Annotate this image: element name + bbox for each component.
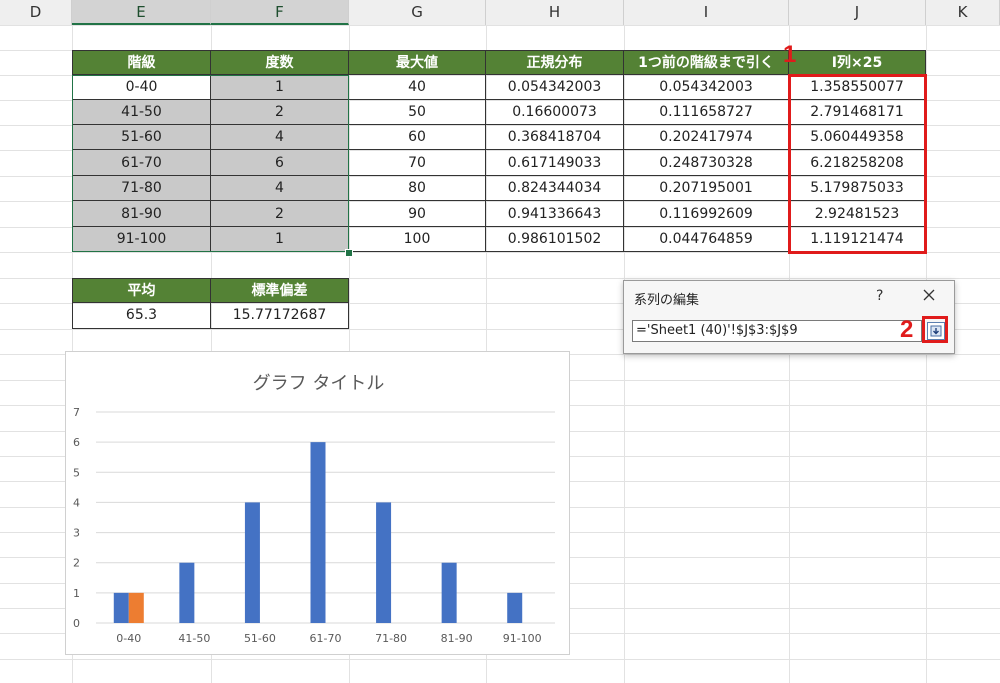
table-cell[interactable]: 0.044764859 — [624, 227, 789, 252]
table-cell[interactable]: 81-90 — [72, 201, 211, 227]
table-cell[interactable]: 4 — [211, 176, 349, 201]
table-cell[interactable]: 1 — [211, 227, 349, 252]
table-cell[interactable]: 61-70 — [72, 150, 211, 176]
table-cell[interactable]: 0.368418704 — [486, 125, 624, 150]
table-cell[interactable]: 90 — [349, 201, 486, 227]
header-times25[interactable]: I列×25 — [789, 50, 926, 75]
chart-bar[interactable] — [244, 502, 260, 623]
table-cell[interactable]: 80 — [349, 176, 486, 201]
column-header-f[interactable]: F — [211, 0, 349, 25]
chart-bar[interactable] — [441, 562, 457, 623]
table-cell[interactable]: 1.358550077 — [789, 75, 926, 100]
column-header-k[interactable]: K — [926, 0, 1000, 25]
x-tick-label: 81-90 — [441, 632, 473, 645]
mean-value[interactable]: 65.3 — [72, 303, 211, 329]
table-cell[interactable]: 4 — [211, 125, 349, 150]
fill-handle[interactable] — [345, 249, 353, 257]
header-diff[interactable]: 1つ前の階級まで引く — [624, 50, 789, 75]
table-cell[interactable]: 0.054342003 — [486, 75, 624, 100]
header-class[interactable]: 階級 — [72, 50, 211, 75]
header-normal-dist[interactable]: 正規分布 — [486, 50, 624, 75]
chart-bar[interactable] — [128, 592, 144, 623]
help-button[interactable]: ? — [876, 288, 883, 304]
y-tick-label: 5 — [73, 466, 80, 479]
column-header-g[interactable]: G — [349, 0, 486, 25]
close-icon[interactable] — [920, 286, 938, 304]
column-header-j[interactable]: J — [789, 0, 926, 25]
table-cell[interactable]: 6.218258208 — [789, 150, 926, 176]
column-header-d[interactable]: D — [0, 0, 72, 25]
chart-bar[interactable] — [179, 562, 195, 623]
x-tick-label: 71-80 — [375, 632, 407, 645]
collapse-dialog-button[interactable] — [927, 322, 945, 340]
column-header-h[interactable]: H — [486, 0, 624, 25]
table-cell[interactable]: 0.824344034 — [486, 176, 624, 201]
chart-bar[interactable] — [507, 592, 523, 623]
dialog-title: 系列の編集 — [634, 293, 700, 308]
table-cell[interactable]: 0.617149033 — [486, 150, 624, 176]
x-tick-label: 51-60 — [244, 632, 276, 645]
table-cell[interactable]: 60 — [349, 125, 486, 150]
header-max[interactable]: 最大値 — [349, 50, 486, 75]
stdev-value[interactable]: 15.77172687 — [211, 303, 349, 329]
table-cell[interactable]: 5.060449358 — [789, 125, 926, 150]
header-mean[interactable]: 平均 — [72, 278, 211, 303]
annotation-badge-2: 2 — [900, 316, 914, 343]
annotation-badge-1: 1 — [783, 41, 797, 68]
chart-bar[interactable] — [113, 592, 129, 623]
table-cell[interactable]: 2 — [211, 201, 349, 227]
table-cell[interactable]: 100 — [349, 227, 486, 252]
table-cell[interactable]: 1 — [211, 75, 349, 100]
table-cell[interactable]: 0.054342003 — [624, 75, 789, 100]
table-cell[interactable]: 91-100 — [72, 227, 211, 252]
table-cell[interactable]: 0.16600073 — [486, 100, 624, 125]
chart-bar[interactable] — [310, 442, 326, 623]
collapse-arrow-icon — [930, 325, 942, 337]
table-cell[interactable]: 41-50 — [72, 100, 211, 125]
x-tick-label: 91-100 — [503, 632, 542, 645]
chart-bar[interactable] — [376, 502, 392, 623]
x-tick-label: 41-50 — [178, 632, 210, 645]
y-tick-label: 6 — [73, 436, 80, 449]
series-values-input[interactable]: ='Sheet1 (40)'!$J$3:$J$9 — [632, 320, 922, 342]
table-cell[interactable]: 6 — [211, 150, 349, 176]
table-cell[interactable]: 2 — [211, 100, 349, 125]
header-stdev[interactable]: 標準偏差 — [211, 278, 349, 303]
y-tick-label: 0 — [73, 617, 80, 630]
table-cell[interactable]: 0.111658727 — [624, 100, 789, 125]
table-cell[interactable]: 5.179875033 — [789, 176, 926, 201]
table-cell[interactable]: 2.92481523 — [789, 201, 926, 227]
table-cell[interactable]: 0-40 — [72, 75, 211, 100]
column-header-bar: D E F G H I J K — [0, 0, 1000, 26]
table-cell[interactable]: 0.207195001 — [624, 176, 789, 201]
header-frequency[interactable]: 度数 — [211, 50, 349, 75]
table-cell[interactable]: 70 — [349, 150, 486, 176]
column-header-i[interactable]: I — [624, 0, 789, 25]
bar-chart[interactable]: グラフ タイトル 0 1 2 3 4 5 6 7 0-40 41-50 51-60 61-70 71-8… — [65, 351, 570, 655]
table-cell[interactable]: 50 — [349, 100, 486, 125]
table-cell[interactable]: 0.941336643 — [486, 201, 624, 227]
x-tick-label: 0-40 — [116, 632, 141, 645]
table-cell[interactable]: 51-60 — [72, 125, 211, 150]
y-tick-label: 7 — [73, 406, 80, 419]
table-cell[interactable]: 40 — [349, 75, 486, 100]
table-cell[interactable]: 0.116992609 — [624, 201, 789, 227]
x-tick-label: 61-70 — [310, 632, 342, 645]
y-tick-label: 3 — [73, 527, 80, 540]
table-cell[interactable]: 71-80 — [72, 176, 211, 201]
column-header-e[interactable]: E — [72, 0, 211, 25]
y-tick-label: 2 — [73, 557, 80, 570]
table-cell[interactable]: 1.119121474 — [789, 227, 926, 252]
table-cell[interactable]: 0.986101502 — [486, 227, 624, 252]
table-cell[interactable]: 0.202417974 — [624, 125, 789, 150]
y-tick-label: 1 — [73, 587, 80, 600]
y-tick-label: 4 — [73, 496, 80, 509]
table-cell[interactable]: 0.248730328 — [624, 150, 789, 176]
table-cell[interactable]: 2.791468171 — [789, 100, 926, 125]
chart-plot: 0 1 2 3 4 5 6 7 0-40 41-50 51-60 61-70 71-80 81-90 91-… — [73, 406, 555, 645]
